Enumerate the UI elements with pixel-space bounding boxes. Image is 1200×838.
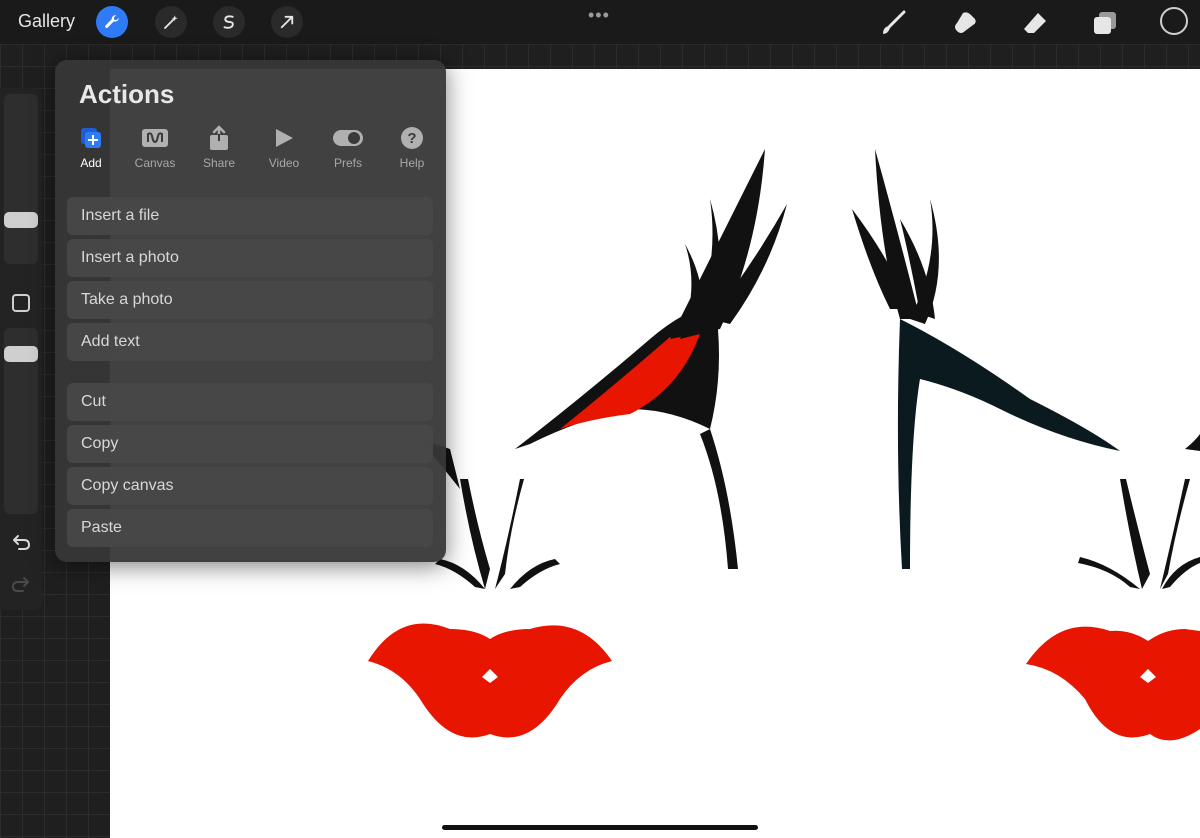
panel-title: Actions	[79, 79, 175, 109]
wrench-icon[interactable]	[96, 6, 128, 38]
left-sidebar	[0, 88, 42, 610]
cut-button[interactable]: Cut	[67, 383, 433, 421]
actions-tabs: Add Canvas Share Video Prefs ? Help	[55, 124, 446, 174]
paste-button[interactable]: Paste	[67, 509, 433, 547]
selection-icon[interactable]	[213, 6, 245, 38]
tab-label: Share	[202, 156, 236, 170]
opacity-thumb[interactable]	[4, 346, 38, 362]
brush-size-slider[interactable]	[4, 94, 38, 264]
canvas-icon	[123, 124, 187, 152]
tab-label: Add	[80, 156, 102, 170]
svg-text:?: ?	[407, 130, 416, 147]
redo-icon[interactable]	[10, 574, 32, 594]
transform-arrow-icon[interactable]	[271, 6, 303, 38]
add-icon	[59, 124, 123, 152]
top-toolbar: Gallery •••	[0, 0, 1200, 44]
take-photo-button[interactable]: Take a photo	[67, 281, 433, 319]
tab-label: Prefs	[333, 156, 362, 170]
video-play-icon	[252, 124, 316, 152]
copy-canvas-button[interactable]: Copy canvas	[67, 467, 433, 505]
tab-label: Help	[399, 156, 425, 170]
layers-icon[interactable]	[1090, 8, 1120, 38]
tab-label: Video	[268, 156, 300, 170]
copy-button[interactable]: Copy	[67, 425, 433, 463]
tab-help[interactable]: ? Help	[380, 124, 444, 170]
magic-wand-icon[interactable]	[155, 6, 187, 38]
more-options-handle[interactable]: •••	[588, 5, 610, 26]
brush-icon[interactable]	[878, 8, 908, 38]
add-text-button[interactable]: Add text	[67, 323, 433, 361]
tab-prefs[interactable]: Prefs	[316, 124, 380, 170]
smudge-icon[interactable]	[950, 8, 980, 38]
insert-file-button[interactable]: Insert a file	[67, 197, 433, 235]
tab-label: Canvas	[134, 156, 176, 170]
insert-photo-button[interactable]: Insert a photo	[67, 239, 433, 277]
tab-video[interactable]: Video	[252, 124, 316, 170]
color-circle-icon[interactable]	[1160, 7, 1188, 35]
home-indicator[interactable]	[442, 825, 758, 830]
modify-button-icon[interactable]	[12, 294, 30, 312]
help-icon: ?	[380, 124, 444, 152]
brush-size-thumb[interactable]	[4, 212, 38, 228]
undo-icon[interactable]	[10, 532, 32, 552]
toggle-icon	[316, 124, 380, 152]
gallery-button[interactable]: Gallery	[18, 11, 75, 32]
tab-share[interactable]: Share	[187, 124, 251, 170]
actions-panel: Actions Add Canvas Share Video Prefs ? H…	[55, 60, 446, 562]
eraser-icon[interactable]	[1020, 8, 1050, 38]
tab-add[interactable]: Add	[59, 124, 123, 170]
tab-canvas[interactable]: Canvas	[123, 124, 187, 170]
share-icon	[187, 124, 251, 152]
